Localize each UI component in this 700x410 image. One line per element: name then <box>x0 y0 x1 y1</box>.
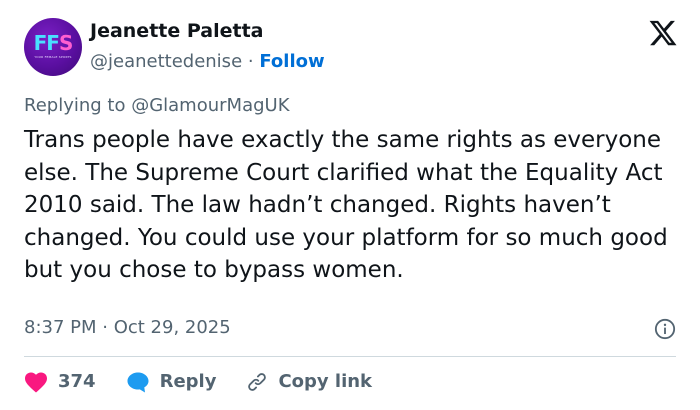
reply-button[interactable]: Reply <box>126 370 217 394</box>
avatar-logo-subtext: YOUR FEMALE SPORTS <box>34 55 72 59</box>
avatar[interactable]: FFS YOUR FEMALE SPORTS <box>24 18 82 76</box>
like-button[interactable]: 374 <box>24 370 96 394</box>
like-count: 374 <box>58 371 96 392</box>
tweet-timestamp[interactable]: 8:37 PM · Oct 29, 2025 <box>24 316 231 340</box>
tweet-card: FFS YOUR FEMALE SPORTS Jeanette Paletta … <box>0 0 700 410</box>
handle-separator: · <box>247 51 254 72</box>
author-handle[interactable]: @jeanettedenise <box>90 51 242 72</box>
replying-to[interactable]: Replying to @GlamourMagUK <box>24 94 290 118</box>
x-logo-icon[interactable] <box>648 18 678 48</box>
tweet-text: Trans people have exactly the same right… <box>24 127 668 283</box>
tweet-header: FFS YOUR FEMALE SPORTS Jeanette Paletta … <box>24 18 325 76</box>
reply-label: Reply <box>159 371 217 392</box>
info-icon[interactable] <box>654 318 676 340</box>
copy-link-button[interactable]: Copy link <box>246 370 372 394</box>
heart-icon <box>25 372 47 393</box>
divider <box>24 356 676 357</box>
action-bar: 374 Reply Copy link <box>24 370 402 394</box>
handle-row: @jeanettedenise · Follow <box>90 49 325 75</box>
speech-bubble-icon <box>127 372 149 393</box>
avatar-logo-text: FFS <box>33 31 74 55</box>
author-display-name[interactable]: Jeanette Paletta <box>90 19 325 43</box>
author-names: Jeanette Paletta @jeanettedenise · Follo… <box>90 19 325 75</box>
link-icon <box>248 373 267 391</box>
copy-link-label: Copy link <box>278 371 373 392</box>
follow-button[interactable]: Follow <box>259 51 324 72</box>
